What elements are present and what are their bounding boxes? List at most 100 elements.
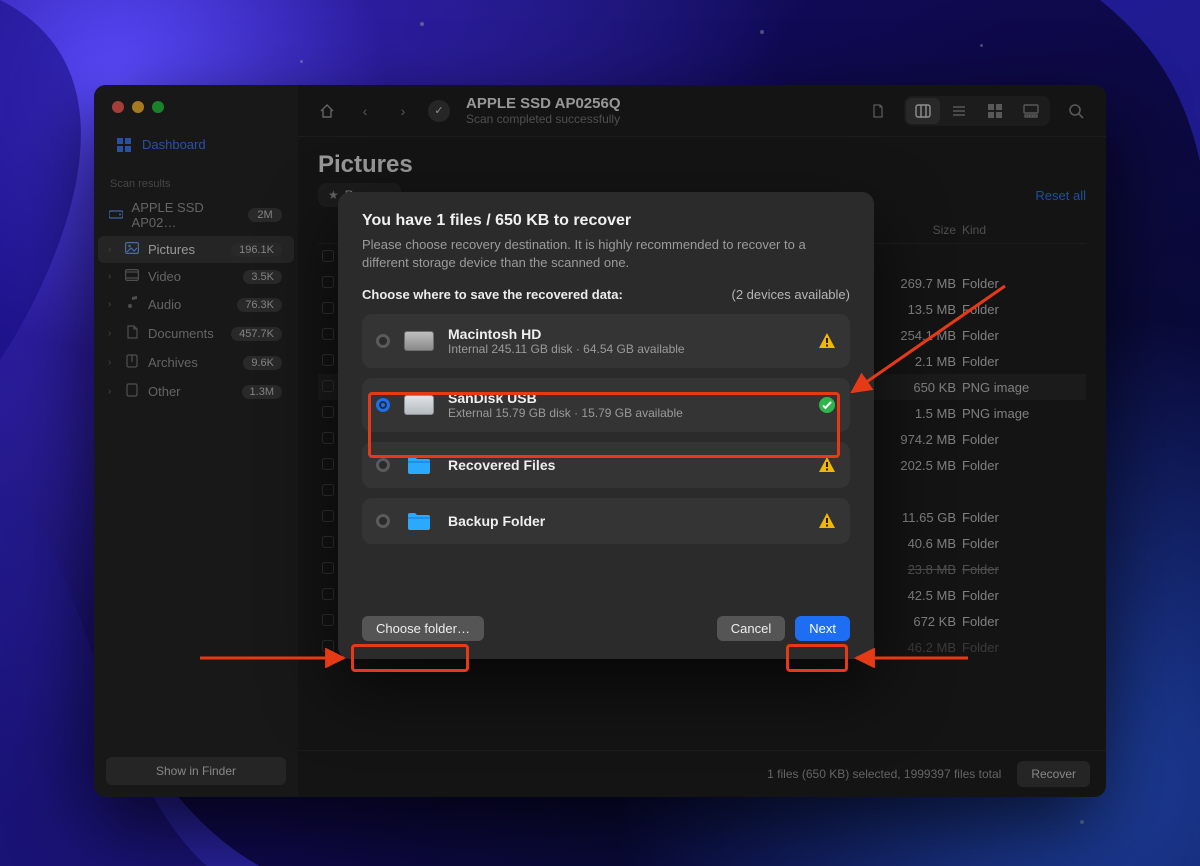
row-kind: Folder [962,588,1082,603]
row-kind: Folder [962,302,1082,317]
reset-all-link[interactable]: Reset all [1035,188,1086,203]
chevron-right-icon: › [108,386,116,397]
warning-icon [818,332,836,350]
sidebar-item-badge: 76.3K [237,298,282,312]
view-columns[interactable] [906,98,940,124]
destination-list: Macintosh HDInternal 245.11 GB disk · 64… [362,314,850,544]
row-kind: Folder [962,536,1082,551]
sidebar: Dashboard Scan results APPLE SSD AP02… 2… [94,85,298,797]
sidebar-item-video[interactable]: ›Video3.5K [98,263,294,290]
grid-icon [116,138,132,152]
maximize-window[interactable] [152,101,164,113]
view-grid[interactable] [978,98,1012,124]
sidebar-item-badge: 196.1K [231,243,282,257]
destination-radio[interactable] [376,514,390,528]
chevron-right-icon: › [108,328,116,339]
destination-detail: Internal 245.11 GB disk · 64.54 GB avail… [448,342,685,356]
col-kind[interactable]: Kind [962,223,1082,237]
sidebar-item-label: Archives [148,355,198,370]
row-kind: Folder [962,562,1082,577]
close-window[interactable] [112,101,124,113]
row-kind: Folder [962,640,1082,655]
view-switch [904,96,1050,126]
sidebar-item-documents[interactable]: › Documents 457.7K [98,319,294,348]
nav-forward[interactable]: › [390,98,416,124]
recovery-destination-dialog: You have 1 files / 650 KB to recover Ple… [338,192,874,659]
show-in-finder-button[interactable]: Show in Finder [106,757,286,785]
row-kind: Folder [962,432,1082,447]
ok-icon [818,396,836,414]
row-kind: PNG image [962,380,1082,395]
new-file-icon[interactable] [864,98,892,124]
footer-status: 1 files (650 KB) selected, 1999397 files… [767,767,1001,781]
row-kind: PNG image [962,406,1082,421]
warning-icon [818,456,836,474]
sidebar-drive[interactable]: APPLE SSD AP02… 2M [98,194,294,236]
dialog-title: You have 1 files / 650 KB to recover [362,212,850,230]
video-icon [124,269,140,284]
nav-dashboard[interactable]: Dashboard [100,129,292,160]
archive-icon [124,354,140,371]
row-kind: Folder [962,354,1082,369]
toolbar-title: APPLE SSD AP0256Q [466,95,621,112]
destination-name: Macintosh HD [448,326,685,342]
sidebar-item-label: Pictures [148,242,195,257]
warning-icon [818,512,836,530]
page-title: Pictures [318,151,1086,179]
folder-icon [404,510,434,532]
next-button[interactable]: Next [795,616,850,641]
destination-backup-folder[interactable]: Backup Folder [362,498,850,544]
folder-icon [404,454,434,476]
nav-back[interactable]: ‹ [352,98,378,124]
sidebar-item-archives[interactable]: ›Archives9.6K [98,348,294,377]
destination-radio[interactable] [376,334,390,348]
destination-name: SanDisk USB [448,390,683,406]
internal-drive-icon [404,331,434,351]
destination-radio[interactable] [376,458,390,472]
sidebar-item-badge: 3.5K [243,270,282,284]
sidebar-item-label: Audio [148,297,181,312]
view-list[interactable] [942,98,976,124]
cancel-button[interactable]: Cancel [717,616,785,641]
sidebar-drive-badge: 2M [248,208,282,222]
dialog-subtitle: Please choose recovery destination. It i… [362,236,850,271]
choose-folder-button[interactable]: Choose folder… [362,616,484,641]
recover-button[interactable]: Recover [1017,761,1090,787]
sidebar-item-pictures[interactable]: › Pictures 196.1K [98,236,294,263]
chevron-right-icon: › [108,244,116,255]
drive-icon [108,208,124,223]
sidebar-item-badge: 1.3M [242,385,282,399]
sidebar-item-other[interactable]: › Other 1.3M [98,377,294,406]
destination-recovered-files[interactable]: Recovered Files [362,442,850,488]
destination-detail: External 15.79 GB disk · 15.79 GB availa… [448,406,683,420]
sidebar-item-label: Documents [148,326,214,341]
status-check-icon: ✓ [428,100,450,122]
other-icon [124,383,140,400]
star-icon: ★ [328,188,339,202]
devices-available: (2 devices available) [731,287,850,302]
row-kind: Folder [962,276,1082,291]
view-gallery[interactable] [1014,98,1048,124]
sidebar-item-label: Other [148,384,181,399]
doc-icon [124,325,140,342]
sidebar-drive-label: APPLE SSD AP02… [132,200,248,230]
minimize-window[interactable] [132,101,144,113]
sidebar-item-badge: 457.7K [231,327,282,341]
row-kind: Folder [962,328,1082,343]
choose-destination-label: Choose where to save the recovered data: [362,287,623,302]
row-kind: Folder [962,614,1082,629]
sidebar-item-label: Video [148,269,181,284]
external-drive-icon [404,395,434,415]
destination-macintosh-hd[interactable]: Macintosh HDInternal 245.11 GB disk · 64… [362,314,850,368]
toolbar-subtitle: Scan completed successfully [466,112,621,126]
footer: 1 files (650 KB) selected, 1999397 files… [298,750,1106,797]
sidebar-item-badge: 9.6K [243,356,282,370]
chevron-right-icon: › [108,299,116,310]
nav-dashboard-label: Dashboard [142,137,206,152]
home-icon[interactable] [314,98,340,124]
search-icon[interactable] [1062,98,1090,124]
destination-radio[interactable] [376,398,390,412]
destination-sandisk-usb[interactable]: SanDisk USBExternal 15.79 GB disk · 15.7… [362,378,850,432]
row-kind: Folder [962,458,1082,473]
sidebar-item-audio[interactable]: › Audio 76.3K [98,290,294,319]
